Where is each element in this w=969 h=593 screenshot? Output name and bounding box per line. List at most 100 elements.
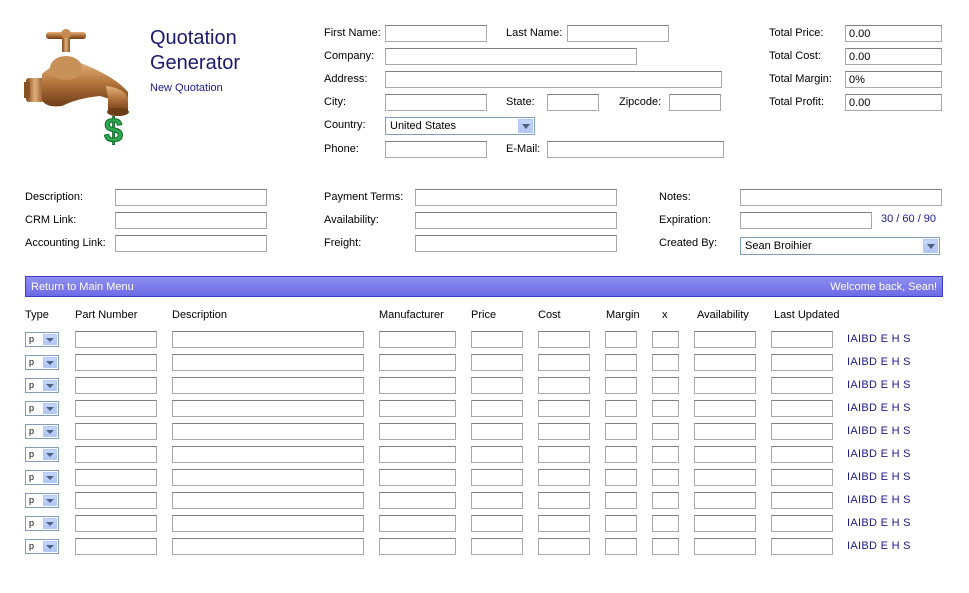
cost-field[interactable] <box>538 331 590 348</box>
total-price-field[interactable]: 0.00 <box>845 25 942 42</box>
cost-field[interactable] <box>538 377 590 394</box>
description-field[interactable] <box>172 377 364 394</box>
margin-field[interactable] <box>605 423 637 440</box>
chevron-down-icon[interactable] <box>43 403 57 414</box>
description-field[interactable] <box>172 469 364 486</box>
price-field[interactable] <box>471 492 523 509</box>
description-field[interactable] <box>115 189 267 206</box>
part-number-field[interactable] <box>75 423 157 440</box>
description-field[interactable] <box>172 492 364 509</box>
chevron-down-icon[interactable] <box>43 449 57 460</box>
x-field[interactable] <box>652 469 679 486</box>
zipcode-field[interactable] <box>669 94 721 111</box>
freight-field[interactable] <box>415 235 617 252</box>
last-updated-field[interactable] <box>771 515 833 532</box>
availability-field[interactable] <box>694 538 756 555</box>
last-updated-field[interactable] <box>771 354 833 371</box>
manufacturer-field[interactable] <box>379 377 456 394</box>
row-action-links[interactable]: IAIBD E H S <box>847 379 911 391</box>
type-select[interactable]: p <box>25 424 59 439</box>
x-field[interactable] <box>652 377 679 394</box>
x-field[interactable] <box>652 538 679 555</box>
cost-field[interactable] <box>538 446 590 463</box>
city-field[interactable] <box>385 94 487 111</box>
last-updated-field[interactable] <box>771 423 833 440</box>
availability-field[interactable] <box>694 446 756 463</box>
row-action-links[interactable]: IAIBD E H S <box>847 517 911 529</box>
availability-field[interactable] <box>694 331 756 348</box>
margin-field[interactable] <box>605 354 637 371</box>
part-number-field[interactable] <box>75 538 157 555</box>
chevron-down-icon[interactable] <box>43 541 57 552</box>
row-action-links[interactable]: IAIBD E H S <box>847 540 911 552</box>
state-field[interactable] <box>547 94 599 111</box>
manufacturer-field[interactable] <box>379 354 456 371</box>
cost-field[interactable] <box>538 423 590 440</box>
row-action-links[interactable]: IAIBD E H S <box>847 471 911 483</box>
address-field[interactable] <box>385 71 722 88</box>
margin-field[interactable] <box>605 331 637 348</box>
last-updated-field[interactable] <box>771 331 833 348</box>
cost-field[interactable] <box>538 469 590 486</box>
type-select[interactable]: p <box>25 539 59 554</box>
chevron-down-icon[interactable] <box>518 119 533 133</box>
x-field[interactable] <box>652 492 679 509</box>
last-updated-field[interactable] <box>771 469 833 486</box>
country-select[interactable]: United States <box>385 117 535 135</box>
part-number-field[interactable] <box>75 515 157 532</box>
last-updated-field[interactable] <box>771 400 833 417</box>
description-field[interactable] <box>172 423 364 440</box>
manufacturer-field[interactable] <box>379 515 456 532</box>
price-field[interactable] <box>471 446 523 463</box>
accounting-link-field[interactable] <box>115 235 267 252</box>
chevron-down-icon[interactable] <box>43 380 57 391</box>
total-margin-field[interactable]: 0% <box>845 71 942 88</box>
manufacturer-field[interactable] <box>379 446 456 463</box>
chevron-down-icon[interactable] <box>43 426 57 437</box>
cost-field[interactable] <box>538 538 590 555</box>
last-updated-field[interactable] <box>771 492 833 509</box>
price-field[interactable] <box>471 354 523 371</box>
expiration-presets[interactable]: 30 / 60 / 90 <box>881 213 936 225</box>
manufacturer-field[interactable] <box>379 492 456 509</box>
expiration-field[interactable] <box>740 212 872 229</box>
type-select[interactable]: p <box>25 516 59 531</box>
availability-field[interactable] <box>694 515 756 532</box>
row-action-links[interactable]: IAIBD E H S <box>847 402 911 414</box>
margin-field[interactable] <box>605 469 637 486</box>
availability-field[interactable] <box>694 423 756 440</box>
cost-field[interactable] <box>538 400 590 417</box>
price-field[interactable] <box>471 469 523 486</box>
price-field[interactable] <box>471 377 523 394</box>
chevron-down-icon[interactable] <box>43 334 57 345</box>
part-number-field[interactable] <box>75 331 157 348</box>
chevron-down-icon[interactable] <box>43 472 57 483</box>
row-action-links[interactable]: IAIBD E H S <box>847 494 911 506</box>
description-field[interactable] <box>172 446 364 463</box>
last-updated-field[interactable] <box>771 446 833 463</box>
availability-field[interactable] <box>694 492 756 509</box>
payment-terms-field[interactable] <box>415 189 617 206</box>
last-name-field[interactable] <box>567 25 669 42</box>
description-field[interactable] <box>172 354 364 371</box>
cost-field[interactable] <box>538 354 590 371</box>
part-number-field[interactable] <box>75 492 157 509</box>
last-updated-field[interactable] <box>771 538 833 555</box>
availability-field[interactable] <box>694 400 756 417</box>
x-field[interactable] <box>652 331 679 348</box>
part-number-field[interactable] <box>75 469 157 486</box>
chevron-down-icon[interactable] <box>43 357 57 368</box>
margin-field[interactable] <box>605 446 637 463</box>
availability-field[interactable] <box>694 377 756 394</box>
description-field[interactable] <box>172 400 364 417</box>
description-field[interactable] <box>172 538 364 555</box>
manufacturer-field[interactable] <box>379 331 456 348</box>
description-field[interactable] <box>172 331 364 348</box>
manufacturer-field[interactable] <box>379 400 456 417</box>
type-select[interactable]: p <box>25 332 59 347</box>
row-action-links[interactable]: IAIBD E H S <box>847 448 911 460</box>
x-field[interactable] <box>652 354 679 371</box>
crm-link-field[interactable] <box>115 212 267 229</box>
first-name-field[interactable] <box>385 25 487 42</box>
row-action-links[interactable]: IAIBD E H S <box>847 333 911 345</box>
